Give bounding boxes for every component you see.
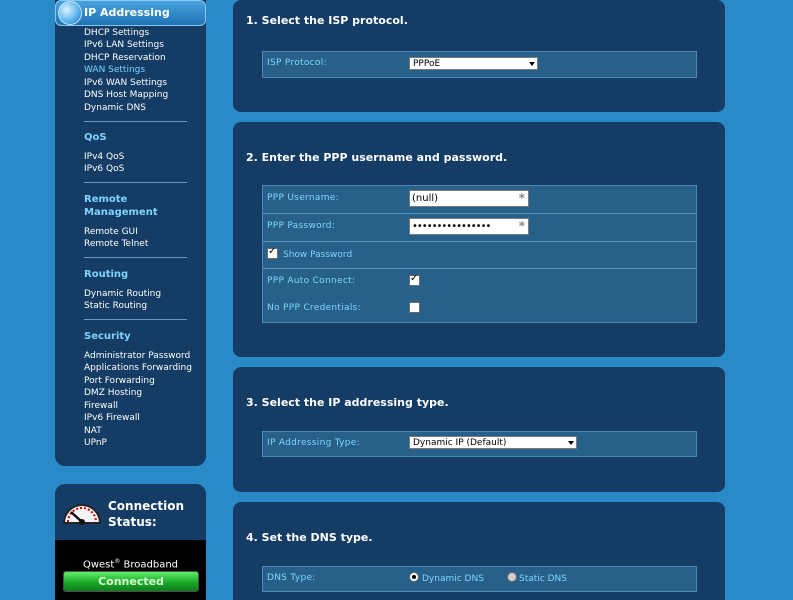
isp-form-box: ISP Protocol: PPPoE <box>262 51 697 78</box>
ip-addressing-type-label: IP Addressing Type: <box>267 438 360 448</box>
ppp-password-label: PPP Password: <box>267 221 336 231</box>
ppp-form-box: PPP Username: (null) * PPP Password: •••… <box>262 185 697 323</box>
static-dns-radio[interactable] <box>507 572 517 582</box>
dns-type-label: DNS Type: <box>267 573 316 583</box>
no-ppp-credentials-checkbox[interactable] <box>409 302 420 313</box>
section-header-label: IP Addressing <box>84 6 170 19</box>
panel-title: 3. Select the IP addressing type. <box>246 396 449 409</box>
panel-ppp-credentials: 2. Enter the PPP username and password. … <box>233 122 725 357</box>
sidebar-nav: IP Addressing DHCP Settings IPv6 LAN Set… <box>55 0 206 466</box>
divider <box>84 257 187 258</box>
sidebar-item-port-forwarding[interactable]: Port Forwarding <box>84 376 155 387</box>
dropdown-arrow-icon <box>529 62 535 66</box>
dropdown-arrow-icon <box>568 441 574 445</box>
nav-heading-qos[interactable]: QoS <box>84 131 107 144</box>
nav-heading-remote[interactable]: Remote <box>84 193 127 206</box>
ppp-auto-connect-label: PPP Auto Connect: <box>267 276 356 286</box>
nav-heading-routing[interactable]: Routing <box>84 268 128 281</box>
sidebar-item-administrator-password[interactable]: Administrator Password <box>84 351 190 362</box>
divider <box>84 182 187 183</box>
sidebar-item-dhcp-reservation[interactable]: DHCP Reservation <box>84 53 166 64</box>
isp-protocol-label: ISP Protocol: <box>267 58 327 68</box>
required-asterisk-icon: * <box>518 191 525 205</box>
sidebar-item-ipv4-qos[interactable]: IPv4 QoS <box>84 152 124 163</box>
connection-title-line1: Connection <box>108 499 185 513</box>
sidebar-item-dns-host-mapping[interactable]: DNS Host Mapping <box>84 90 168 101</box>
sidebar-item-ipv6-wan-settings[interactable]: IPv6 WAN Settings <box>84 78 167 89</box>
sidebar-item-dynamic-routing[interactable]: Dynamic Routing <box>84 289 161 300</box>
ppp-username-value: (null) <box>412 193 439 204</box>
sidebar-item-static-routing[interactable]: Static Routing <box>84 301 147 312</box>
sidebar-item-ipv6-qos[interactable]: IPv6 QoS <box>84 164 124 175</box>
panel-title: 4. Set the DNS type. <box>246 531 373 544</box>
nav-heading-management[interactable]: Management <box>84 206 158 219</box>
dynamic-dns-radio[interactable] <box>409 572 419 582</box>
ppp-password-input[interactable]: •••••••••••••••• * <box>409 218 529 235</box>
provider-name: Qwest® Broadband <box>55 558 206 570</box>
speedometer-icon <box>62 504 102 525</box>
ppp-username-input[interactable]: (null) * <box>409 190 529 207</box>
row-divider <box>263 268 696 269</box>
static-dns-label: Static DNS <box>519 574 567 584</box>
connection-status-panel: Connection Status: Qwest® Broadband Conn… <box>55 484 206 600</box>
divider <box>84 319 187 320</box>
required-asterisk-icon: * <box>518 219 525 233</box>
panel-ip-addressing-type: 3. Select the IP addressing type. IP Add… <box>233 367 725 492</box>
panel-isp-protocol: 1. Select the ISP protocol. ISP Protocol… <box>233 0 725 112</box>
nav-heading-security[interactable]: Security <box>84 330 131 343</box>
show-password-checkbox[interactable] <box>267 246 278 259</box>
sidebar-item-wan-settings[interactable]: WAN Settings <box>84 65 145 76</box>
isp-protocol-select[interactable]: PPPoE <box>409 57 538 70</box>
ppp-auto-connect-checkbox[interactable] <box>409 273 420 286</box>
provider-brand: Qwest <box>82 559 115 571</box>
row-divider <box>263 241 696 242</box>
dynamic-dns-label: Dynamic DNS <box>422 574 484 584</box>
sidebar-item-dhcp-settings[interactable]: DHCP Settings <box>84 28 149 39</box>
divider <box>84 121 187 122</box>
globe-icon <box>58 1 82 25</box>
sidebar-item-ipv6-firewall[interactable]: IPv6 Firewall <box>84 413 140 424</box>
ppp-username-label: PPP Username: <box>267 193 339 203</box>
sidebar-item-remote-telnet[interactable]: Remote Telnet <box>84 239 148 250</box>
isp-protocol-value: PPPoE <box>413 59 441 69</box>
sidebar-item-remote-gui[interactable]: Remote GUI <box>84 227 138 238</box>
connection-title-line2: Status: <box>108 515 157 529</box>
connection-status-text: Connected <box>98 575 164 588</box>
sidebar-item-applications-forwarding[interactable]: Applications Forwarding <box>84 363 192 374</box>
ip-addressing-type-select[interactable]: Dynamic IP (Default) <box>409 436 577 449</box>
row-divider <box>263 213 696 214</box>
sidebar-item-ipv6-lan-settings[interactable]: IPv6 LAN Settings <box>84 40 164 51</box>
ip-addressing-type-value: Dynamic IP (Default) <box>413 438 507 448</box>
sidebar-item-dynamic-dns[interactable]: Dynamic DNS <box>84 103 146 114</box>
panel-title: 2. Enter the PPP username and password. <box>246 151 508 164</box>
dns-form-box: DNS Type: Dynamic DNS Static DNS <box>262 566 697 592</box>
no-ppp-credentials-label: No PPP Credentials: <box>267 303 361 313</box>
sidebar-item-upnp[interactable]: UPnP <box>84 438 107 449</box>
sidebar-item-dmz-hosting[interactable]: DMZ Hosting <box>84 388 142 399</box>
connection-status-bar: Connected <box>63 571 199 592</box>
provider-suffix: Broadband <box>120 559 179 571</box>
sidebar-item-firewall[interactable]: Firewall <box>84 401 118 412</box>
ip-type-form-box: IP Addressing Type: Dynamic IP (Default) <box>262 431 697 457</box>
sidebar-item-nat[interactable]: NAT <box>84 426 102 437</box>
panel-dns-type: 4. Set the DNS type. DNS Type: Dynamic D… <box>233 502 725 600</box>
panel-title: 1. Select the ISP protocol. <box>246 14 408 27</box>
section-header-ip-addressing[interactable]: IP Addressing <box>55 0 206 26</box>
connection-status-title: Connection Status: <box>108 498 184 530</box>
show-password-label: Show Password <box>283 250 353 260</box>
ppp-password-value: •••••••••••••••• <box>412 221 491 232</box>
